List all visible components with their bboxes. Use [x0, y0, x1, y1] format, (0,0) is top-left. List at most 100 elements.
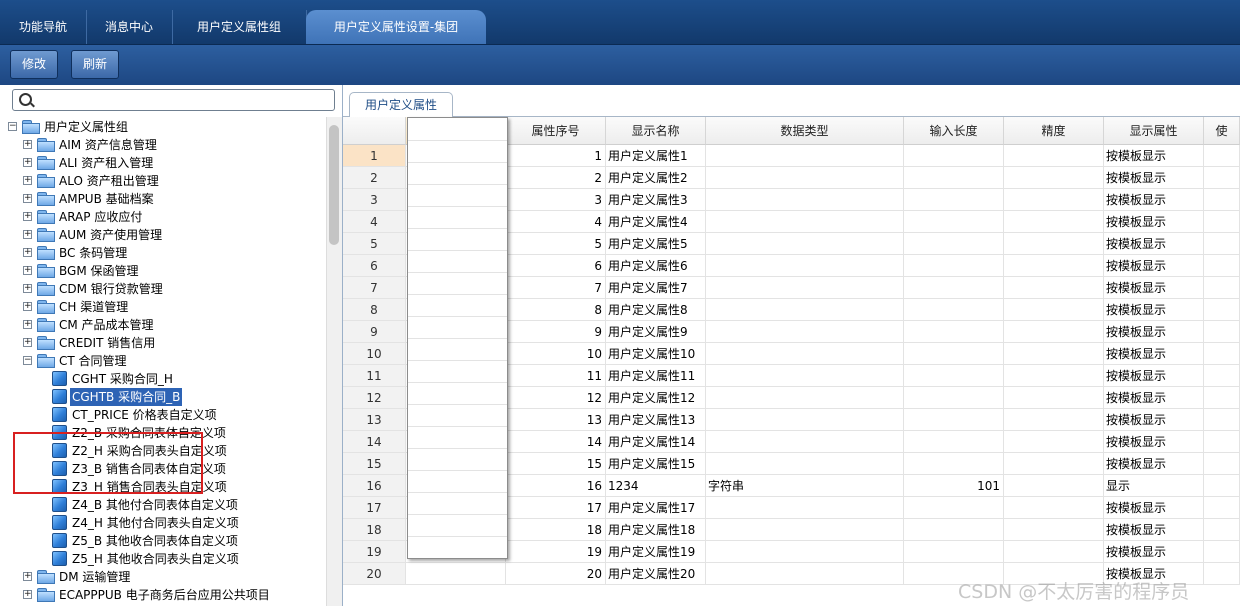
- table-cell[interactable]: 14: [506, 431, 606, 453]
- table-cell[interactable]: [1004, 255, 1104, 277]
- table-cell[interactable]: 按模板显示: [1104, 145, 1204, 167]
- tree-node[interactable]: + BC 条码管理: [0, 244, 326, 262]
- table-cell[interactable]: 按模板显示: [1104, 299, 1204, 321]
- table-cell[interactable]: 用户定义属性19: [606, 541, 706, 563]
- table-cell[interactable]: 按模板显示: [1104, 431, 1204, 453]
- table-cell[interactable]: 按模板显示: [1104, 167, 1204, 189]
- table-cell[interactable]: [1004, 453, 1104, 475]
- table-cell[interactable]: 10: [506, 343, 606, 365]
- tree-node[interactable]: + AIM 资产信息管理: [0, 136, 326, 154]
- table-cell[interactable]: 按模板显示: [1104, 277, 1204, 299]
- table-cell[interactable]: 按模板显示: [1104, 519, 1204, 541]
- column-header[interactable]: [343, 117, 406, 145]
- table-cell[interactable]: 用户定义属性12: [606, 387, 706, 409]
- table-cell[interactable]: 用户定义属性1: [606, 145, 706, 167]
- table-cell[interactable]: [706, 211, 904, 233]
- table-cell[interactable]: [1204, 233, 1240, 255]
- column-header[interactable]: 属性序号: [506, 117, 606, 145]
- expand-icon[interactable]: +: [23, 158, 32, 167]
- table-cell[interactable]: [1004, 167, 1104, 189]
- table-cell[interactable]: [1004, 541, 1104, 563]
- table-cell[interactable]: [1204, 189, 1240, 211]
- table-cell[interactable]: [904, 365, 1004, 387]
- tree-node[interactable]: CT_PRICE 价格表自定义项: [0, 406, 326, 424]
- table-cell[interactable]: [1204, 387, 1240, 409]
- table-cell[interactable]: 按模板显示: [1104, 233, 1204, 255]
- table-cell[interactable]: [1204, 255, 1240, 277]
- search-input[interactable]: [35, 91, 325, 107]
- table-cell[interactable]: [706, 365, 904, 387]
- table-cell[interactable]: 用户定义属性13: [606, 409, 706, 431]
- table-cell[interactable]: 显示: [1104, 475, 1204, 497]
- table-cell[interactable]: [706, 277, 904, 299]
- collapse-icon[interactable]: −: [8, 122, 17, 131]
- tree-node[interactable]: − CT 合同管理: [0, 352, 326, 370]
- tree-node[interactable]: + AMPUB 基础档案: [0, 190, 326, 208]
- table-cell[interactable]: 字符串: [706, 475, 904, 497]
- table-cell[interactable]: 用户定义属性20: [606, 563, 706, 585]
- table-cell[interactable]: [1204, 409, 1240, 431]
- table-cell[interactable]: 1: [506, 145, 606, 167]
- org-column-editor[interactable]: [407, 117, 508, 559]
- table-cell[interactable]: [706, 409, 904, 431]
- table-cell[interactable]: 17: [506, 497, 606, 519]
- table-cell[interactable]: 用户定义属性3: [606, 189, 706, 211]
- expand-icon[interactable]: +: [23, 284, 32, 293]
- table-cell[interactable]: [706, 167, 904, 189]
- table-cell[interactable]: 按模板显示: [1104, 189, 1204, 211]
- tree-node[interactable]: + CREDIT 销售信用: [0, 334, 326, 352]
- table-cell[interactable]: 按模板显示: [1104, 365, 1204, 387]
- tree-scrollbar-thumb[interactable]: [329, 125, 339, 245]
- table-cell[interactable]: [904, 343, 1004, 365]
- column-header[interactable]: 数据类型: [706, 117, 904, 145]
- table-cell[interactable]: 按模板显示: [1104, 255, 1204, 277]
- table-cell[interactable]: 5: [506, 233, 606, 255]
- table-cell[interactable]: 1234: [606, 475, 706, 497]
- table-cell[interactable]: [706, 343, 904, 365]
- table-cell[interactable]: [706, 563, 904, 585]
- table-cell[interactable]: 13: [506, 409, 606, 431]
- tree-node[interactable]: + DM 运输管理: [0, 568, 326, 586]
- table-cell[interactable]: [1004, 299, 1104, 321]
- table-cell[interactable]: [1204, 145, 1240, 167]
- table-cell[interactable]: 用户定义属性4: [606, 211, 706, 233]
- table-cell[interactable]: [1004, 365, 1104, 387]
- table-cell[interactable]: 按模板显示: [1104, 387, 1204, 409]
- collapse-icon[interactable]: −: [23, 356, 32, 365]
- table-cell[interactable]: 用户定义属性5: [606, 233, 706, 255]
- table-cell[interactable]: [904, 453, 1004, 475]
- table-cell[interactable]: [1204, 277, 1240, 299]
- table-cell[interactable]: [904, 497, 1004, 519]
- table-cell[interactable]: 9: [506, 321, 606, 343]
- table-cell[interactable]: [706, 299, 904, 321]
- table-cell[interactable]: [904, 541, 1004, 563]
- table-cell[interactable]: 4: [506, 211, 606, 233]
- table-cell[interactable]: 19: [506, 541, 606, 563]
- tree-node[interactable]: − 用户定义属性组: [0, 118, 326, 136]
- table-cell[interactable]: 15: [506, 453, 606, 475]
- tree-node[interactable]: + ECAPPPUB 电子商务后台应用公共项目: [0, 586, 326, 604]
- top-tab-4[interactable]: 用户定义属性设置-集团: [306, 10, 486, 44]
- table-cell[interactable]: [904, 277, 1004, 299]
- tree-scrollbar[interactable]: [326, 117, 342, 606]
- table-cell[interactable]: [904, 321, 1004, 343]
- table-cell[interactable]: 20: [506, 563, 606, 585]
- table-cell[interactable]: 101: [904, 475, 1004, 497]
- tree-node[interactable]: + AUM 资产使用管理: [0, 226, 326, 244]
- table-cell[interactable]: 用户定义属性17: [606, 497, 706, 519]
- table-cell[interactable]: [1204, 541, 1240, 563]
- modify-button[interactable]: 修改: [10, 50, 59, 79]
- table-cell[interactable]: [706, 431, 904, 453]
- table-cell[interactable]: [706, 519, 904, 541]
- table-cell[interactable]: 2: [506, 167, 606, 189]
- tree-node[interactable]: + CM 产品成本管理: [0, 316, 326, 334]
- expand-icon[interactable]: +: [23, 248, 32, 257]
- table-cell[interactable]: [1004, 321, 1104, 343]
- table-cell[interactable]: [1004, 145, 1104, 167]
- table-cell[interactable]: 18: [506, 519, 606, 541]
- expand-icon[interactable]: +: [23, 590, 32, 599]
- table-cell[interactable]: [904, 167, 1004, 189]
- table-cell[interactable]: [1204, 497, 1240, 519]
- table-cell[interactable]: [1004, 519, 1104, 541]
- table-cell[interactable]: [1004, 343, 1104, 365]
